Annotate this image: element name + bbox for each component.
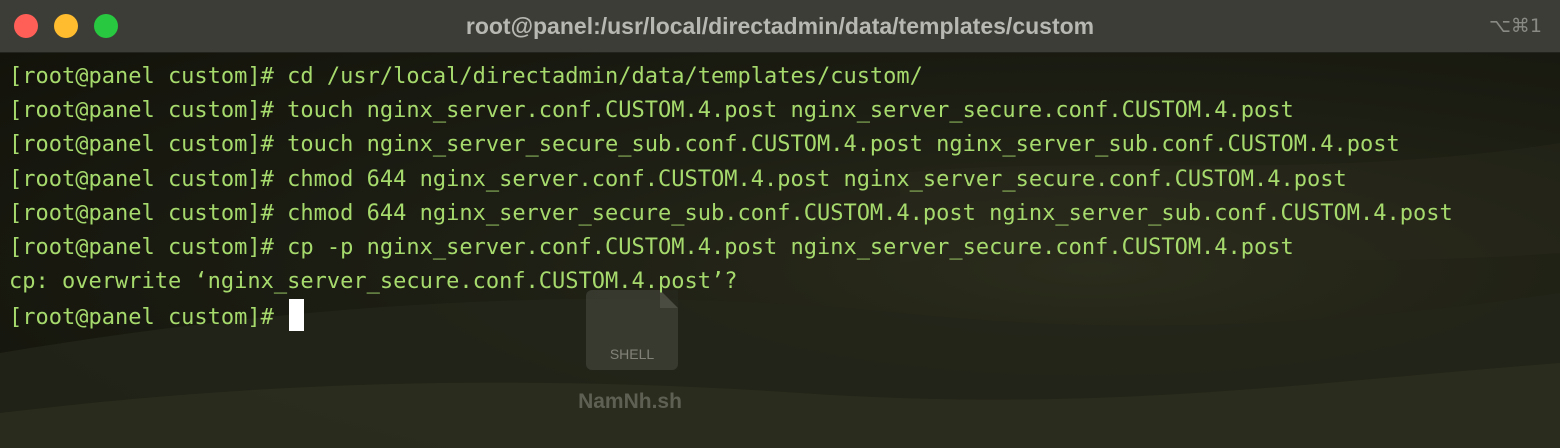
window-title: root@panel:/usr/local/directadmin/data/t… <box>465 13 1095 39</box>
terminal-prompt-line[interactable]: [root@panel custom]# <box>9 299 1560 333</box>
title-bar[interactable]: root@panel:/usr/local/directadmin/data/t… <box>0 0 1560 53</box>
terminal-line: [root@panel custom]# touch nginx_server.… <box>9 98 1294 124</box>
terminal-line: cp: overwrite ‘nginx_server_secure.conf.… <box>9 269 738 295</box>
window-shortcut-label: ⌥⌘1 <box>1489 15 1542 37</box>
text-cursor <box>289 299 305 332</box>
terminal-line: [root@panel custom]# cd /usr/local/direc… <box>9 64 923 89</box>
terminal-line: [root@panel custom]# chmod 644 nginx_ser… <box>9 200 1453 226</box>
terminal-prompt: [root@panel custom]# <box>9 305 288 331</box>
terminal-line: [root@panel custom]# touch nginx_server_… <box>9 132 1400 158</box>
terminal-line: [root@panel custom]# chmod 644 nginx_ser… <box>9 166 1347 192</box>
terminal-line: [root@panel custom]# cp -p nginx_server.… <box>9 234 1294 260</box>
terminal-window: root@panel:/usr/local/directadmin/data/t… <box>0 0 1560 448</box>
terminal-output[interactable]: [root@panel custom]# cd /usr/local/direc… <box>9 60 1560 448</box>
